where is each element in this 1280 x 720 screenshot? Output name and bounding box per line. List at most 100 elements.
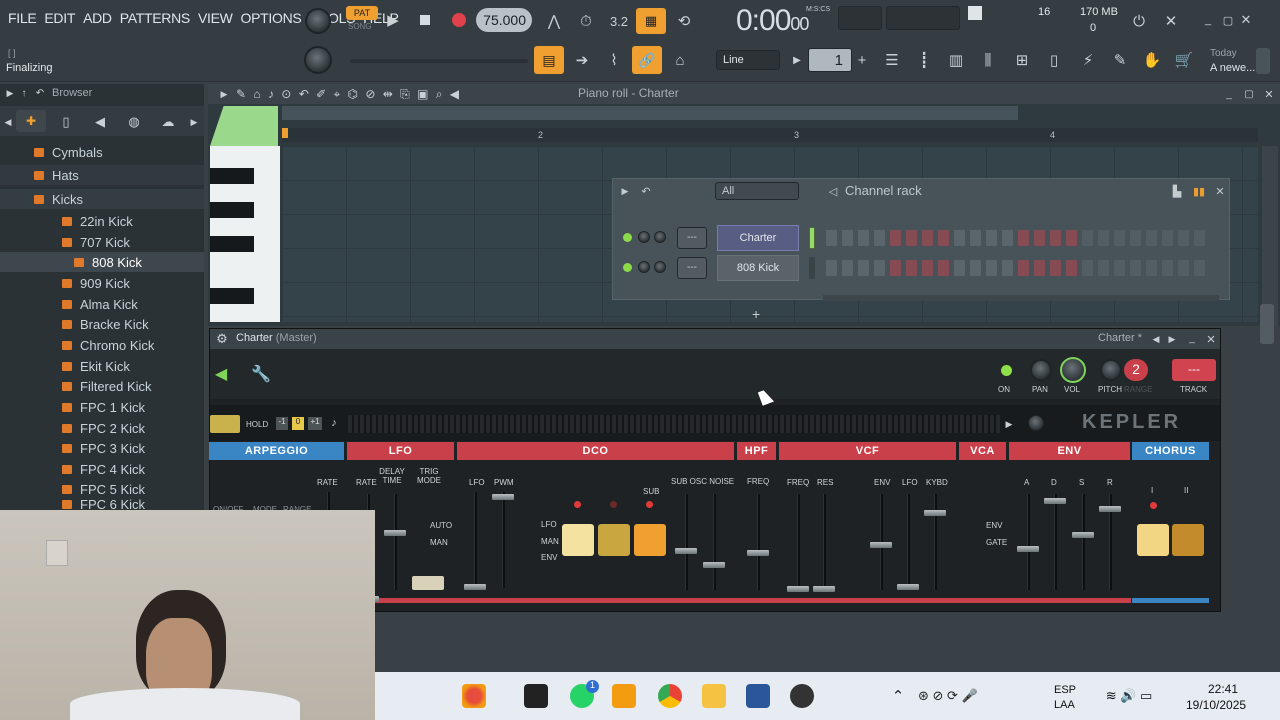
- file-fpc4-kick[interactable]: FPC 4 Kick: [0, 459, 204, 479]
- step-button[interactable]: [1017, 259, 1030, 277]
- slider-track[interactable]: [934, 494, 937, 590]
- vol-knob[interactable]: [1060, 357, 1086, 383]
- slider-track[interactable]: [1027, 494, 1030, 590]
- pr-minimize-icon[interactable]: _: [1222, 86, 1236, 102]
- rack-graph-icon[interactable]: ▙: [1169, 183, 1185, 199]
- step-button[interactable]: [841, 259, 854, 277]
- file-808-kick[interactable]: 808 Kick: [0, 252, 204, 272]
- slider-handle[interactable]: [897, 584, 919, 590]
- add-channel-button[interactable]: +: [752, 306, 760, 322]
- obs-icon[interactable]: [790, 684, 814, 708]
- step-button[interactable]: [841, 229, 854, 247]
- pr-scrollbar[interactable]: [282, 106, 1018, 120]
- fl-studio-icon[interactable]: [612, 684, 636, 708]
- piano-keys[interactable]: [210, 146, 280, 322]
- wifi-volume-battery-icons[interactable]: ≋ 🔊 ▭: [1094, 688, 1164, 704]
- step-button[interactable]: [1081, 229, 1094, 247]
- step-button[interactable]: [1033, 229, 1046, 247]
- rack-speaker-icon[interactable]: ◁: [825, 183, 841, 199]
- playlist-position-slider[interactable]: [350, 59, 528, 63]
- menu-view[interactable]: VIEW: [194, 10, 237, 26]
- hand-icon[interactable]: ✋: [1140, 48, 1164, 72]
- black-key[interactable]: [210, 168, 254, 184]
- browser-arrow-icon[interactable]: ▶: [4, 86, 16, 100]
- step-edit-icon[interactable]: ▦: [636, 8, 666, 34]
- stamp-icon[interactable]: ⌂: [668, 48, 692, 72]
- channel-pan-knob[interactable]: [638, 261, 650, 273]
- step-button[interactable]: [921, 229, 934, 247]
- step-button[interactable]: [1193, 229, 1206, 247]
- window-close-icon[interactable]: ✕: [1238, 12, 1254, 28]
- fruits-app-icon[interactable]: [462, 684, 486, 708]
- pr-timeline[interactable]: [282, 128, 1258, 142]
- slider-track[interactable]: [394, 494, 397, 590]
- slider-handle[interactable]: [1017, 546, 1039, 552]
- black-key[interactable]: [210, 236, 254, 252]
- file-bracke-kick[interactable]: Bracke Kick: [0, 314, 204, 334]
- dco-saw-pad[interactable]: [598, 524, 630, 556]
- file-fpc2-kick[interactable]: FPC 2 Kick: [0, 418, 204, 438]
- step-button[interactable]: [937, 259, 950, 277]
- browser-back-icon[interactable]: ↶: [34, 86, 46, 100]
- file-fpc3-kick[interactable]: FPC 3 Kick: [0, 438, 204, 458]
- piano-roll-icon[interactable]: ▥: [944, 48, 968, 72]
- pan-knob[interactable]: [1030, 359, 1052, 381]
- news-text[interactable]: A newe...: [1210, 62, 1255, 74]
- preset-name[interactable]: Charter *: [1098, 332, 1142, 344]
- channel-mixer-slot-1[interactable]: ---: [677, 227, 707, 249]
- folder-cymbals[interactable]: Cymbals: [0, 142, 204, 162]
- news-scroll[interactable]: [1256, 48, 1270, 74]
- step-button[interactable]: [1145, 259, 1158, 277]
- tab-scroll-left-icon[interactable]: ◀: [2, 112, 14, 132]
- slider-track[interactable]: [685, 494, 688, 590]
- slider-handle[interactable]: [1044, 498, 1066, 504]
- lfo-trig-button[interactable]: [412, 576, 444, 590]
- file-chromo-kick[interactable]: Chromo Kick: [0, 335, 204, 355]
- right-scrollbar[interactable]: [1260, 304, 1274, 344]
- add-pattern-icon[interactable]: +: [854, 50, 870, 70]
- step-button[interactable]: [1097, 259, 1110, 277]
- network-icon[interactable]: ⊞: [1010, 48, 1034, 72]
- menu-patterns[interactable]: PATTERNS: [116, 10, 194, 26]
- black-key[interactable]: [210, 202, 254, 218]
- step-button[interactable]: [1161, 259, 1174, 277]
- pattern-number[interactable]: 1: [808, 48, 852, 72]
- song-mode-label[interactable]: SONG: [348, 22, 372, 31]
- pr-tool-icons[interactable]: ✎ ⌂ ♪ ⊙ ↶ ✐ ⌖ ⌬ ⊘ ⇹ ⎘ ▣ ⌕ ◀: [236, 85, 556, 103]
- channel-rack-icon[interactable]: ┋: [912, 48, 936, 72]
- chrome-icon[interactable]: [658, 684, 682, 708]
- slider-handle[interactable]: [787, 586, 809, 592]
- on-led[interactable]: [1001, 365, 1012, 376]
- stop-icon[interactable]: [420, 15, 430, 25]
- octave-zero[interactable]: 0: [292, 417, 304, 430]
- countdown-icon[interactable]: 3.2: [606, 10, 632, 32]
- step-button[interactable]: [1113, 259, 1126, 277]
- folder-icon[interactable]: [702, 684, 726, 708]
- playlist-icon[interactable]: ▤: [534, 46, 564, 74]
- speaker-icon[interactable]: ◀: [210, 363, 232, 385]
- sliders-icon[interactable]: ⫼: [976, 48, 1000, 72]
- slider-handle[interactable]: [870, 542, 892, 548]
- step-button[interactable]: [1097, 229, 1110, 247]
- keyboard-strip[interactable]: [348, 415, 1000, 433]
- preset-prev-icon[interactable]: ◀: [1150, 331, 1162, 347]
- chorus-1-pad[interactable]: [1137, 524, 1169, 556]
- step-button[interactable]: [873, 259, 886, 277]
- file-909-kick[interactable]: 909 Kick: [0, 273, 204, 293]
- pitch-knob[interactable]: [1100, 359, 1122, 381]
- cloud-tab-icon[interactable]: ☁: [158, 112, 178, 132]
- preset-next-icon[interactable]: ▶: [1166, 331, 1178, 347]
- rack-steps-icon[interactable]: ▮▮: [1191, 183, 1207, 199]
- slider-handle[interactable]: [492, 494, 514, 500]
- slider-track[interactable]: [797, 494, 800, 590]
- step-button[interactable]: [1065, 259, 1078, 277]
- master-volume-knob[interactable]: [305, 8, 331, 34]
- file-icon[interactable]: ▯: [1042, 48, 1066, 72]
- step-button[interactable]: [825, 259, 838, 277]
- step-button[interactable]: [1113, 229, 1126, 247]
- step-button[interactable]: [1049, 229, 1062, 247]
- slider-track[interactable]: [1054, 494, 1057, 590]
- channel-vol-knob[interactable]: [654, 231, 666, 243]
- tempo-display[interactable]: 75.000: [476, 8, 532, 32]
- brush-icon[interactable]: ⌇: [602, 48, 626, 72]
